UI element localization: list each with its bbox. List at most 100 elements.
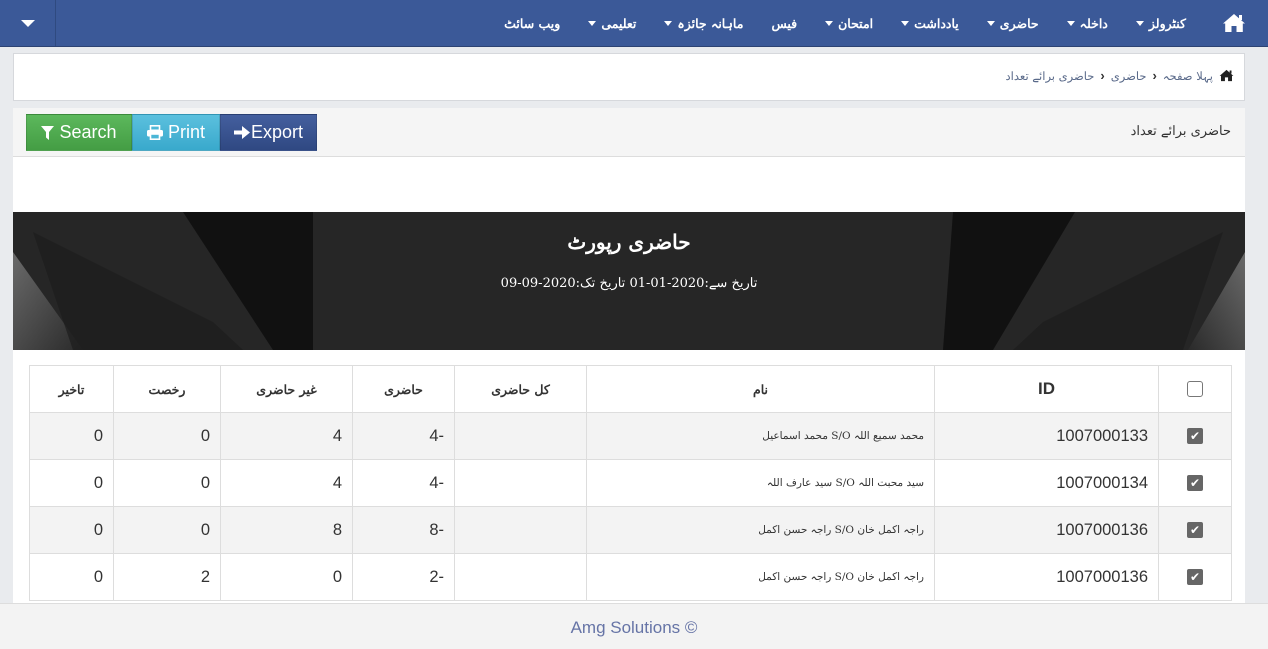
nav-item-exam[interactable]: امتحان (811, 0, 887, 46)
cell-leave: 0 (113, 506, 221, 554)
nav-item-fees[interactable]: فیس (757, 0, 811, 46)
cell-absent: 8 (220, 506, 353, 554)
caret-down-icon (20, 19, 35, 27)
cell-name: راجہ حسن اکمل S/O راجہ اکمل خان (586, 506, 935, 554)
cell-absent: 4 (220, 412, 353, 460)
check-icon: ✔ (1189, 570, 1201, 585)
cell-id: 1007000133 (934, 412, 1159, 460)
cell-late: 0 (29, 412, 114, 460)
print-button[interactable]: Print (132, 114, 220, 151)
export-button[interactable]: Export (220, 114, 317, 151)
panel-heading: Search Print Export حاضری برائے تعداد (13, 108, 1245, 157)
column-header-leave[interactable]: رخصت (113, 365, 221, 413)
cell-late: 0 (29, 553, 114, 601)
nav-item-monthly-review[interactable]: ماہانہ جائزہ (650, 0, 757, 46)
nav-item-website[interactable]: ویب سائٹ (490, 0, 574, 46)
report-banner: حاضری رپورٹ تاریخ سے:2020-01-01 تاریخ تک… (13, 212, 1245, 350)
breadcrumb-panel: پہلا صفحہ › حاضری › حاضری برائے تعداد (13, 53, 1245, 101)
cell-late: 0 (29, 459, 114, 507)
nav-item-controls[interactable]: کنٹرولز (1122, 0, 1200, 46)
cell-late: 0 (29, 506, 114, 554)
report-title: حاضری رپورٹ (567, 230, 691, 254)
cell-name: سید عارف اللہ S/O سید محبت اللہ (586, 459, 935, 507)
cell-absent: 0 (220, 553, 353, 601)
cell-id: 1007000136 (934, 553, 1159, 601)
chevron-left-icon: › (1100, 68, 1105, 83)
footer-copyright: Amg Solutions © (570, 618, 698, 637)
cell-select: ✔ (1158, 412, 1232, 460)
caret-down-icon (1135, 20, 1144, 26)
cell-present: 4- (352, 412, 455, 460)
table-row[interactable]: 0 2 0 2- راجہ حسن اکمل S/O راجہ اکمل خان 1007… (29, 553, 1232, 601)
report-panel: Search Print Export حاضری برائے تعداد حا… (13, 108, 1245, 608)
cell-select: ✔ (1158, 553, 1232, 601)
caret-down-icon (825, 20, 834, 26)
table-row[interactable]: 0 0 4 4- محمد اسماعیل S/O محمد سمیع اللہ 1007… (29, 412, 1232, 460)
select-all-checkbox[interactable] (1187, 381, 1203, 398)
sidebar-toggle-button[interactable] (0, 0, 56, 46)
footer: Amg Solutions © (0, 603, 1268, 649)
cell-leave: 2 (113, 553, 221, 601)
breadcrumb-attendance-link[interactable]: حاضری (1111, 69, 1147, 83)
caret-down-icon (1066, 20, 1075, 26)
cell-id: 1007000136 (934, 506, 1159, 554)
filter-icon (41, 125, 55, 140)
cell-total (454, 412, 587, 460)
cell-present: 4- (352, 459, 455, 507)
action-button-group: Search Print Export (26, 114, 317, 151)
cell-leave: 0 (113, 412, 221, 460)
check-icon: ✔ (1189, 429, 1201, 444)
breadcrumb-current: حاضری برائے تعداد (1005, 68, 1095, 83)
cell-total (454, 459, 587, 507)
check-icon: ✔ (1189, 476, 1201, 491)
top-navbar: کنٹرولز داخلہ حاضری یادداشت امتحان فیس م… (0, 0, 1268, 47)
cell-name: راجہ حسن اکمل S/O راجہ اکمل خان (586, 553, 935, 601)
cell-absent: 4 (220, 459, 353, 507)
breadcrumb: پہلا صفحہ › حاضری › حاضری برائے تعداد (1006, 68, 1234, 83)
cell-total (454, 506, 587, 554)
breadcrumb-home-link[interactable]: پہلا صفحہ (1163, 69, 1213, 83)
row-checkbox[interactable]: ✔ (1187, 522, 1203, 539)
nav-item-attendance[interactable]: حاضری (973, 0, 1053, 46)
check-icon: ✔ (1189, 523, 1201, 538)
table-row[interactable]: 0 0 4 4- سید عارف اللہ S/O سید محبت اللہ 1007… (29, 459, 1232, 507)
caret-down-icon (901, 20, 910, 26)
column-header-present[interactable]: حاضری (352, 365, 455, 413)
table-row[interactable]: 0 0 8 8- راجہ حسن اکمل S/O راجہ اکمل خان 1007… (29, 506, 1232, 554)
table-header-row: تاخیر رخصت غیر حاضری حاضری کل حاضری نام … (29, 365, 1232, 413)
row-checkbox[interactable]: ✔ (1187, 475, 1203, 492)
column-header-select (1158, 365, 1232, 413)
column-header-absent[interactable]: غیر حاضری (220, 365, 353, 413)
column-header-id[interactable]: ID (934, 365, 1159, 413)
caret-down-icon (986, 20, 995, 26)
cell-present: 8- (352, 506, 455, 554)
caret-down-icon (664, 20, 673, 26)
nav-item-memo[interactable]: یادداشت (887, 0, 973, 46)
cell-total (454, 553, 587, 601)
row-checkbox[interactable]: ✔ (1187, 428, 1203, 445)
search-button[interactable]: Search (26, 114, 132, 151)
report-date-range: تاریخ سے:2020-01-01 تاریخ تک:2020-09-09 (500, 276, 758, 291)
column-header-total[interactable]: کل حاضری (454, 365, 587, 413)
attendance-table: تاخیر رخصت غیر حاضری حاضری کل حاضری نام … (29, 365, 1232, 601)
home-icon (1223, 14, 1245, 32)
home-icon[interactable] (1219, 69, 1234, 82)
panel-title: حاضری برائے تعداد (1130, 124, 1231, 139)
row-checkbox[interactable]: ✔ (1187, 569, 1203, 586)
nav-item-admission[interactable]: داخلہ (1053, 0, 1122, 46)
main-menu: کنٹرولز داخلہ حاضری یادداشت امتحان فیس م… (490, 0, 1268, 46)
cell-present: 2- (352, 553, 455, 601)
cell-leave: 0 (113, 459, 221, 507)
cell-id: 1007000134 (934, 459, 1159, 507)
print-icon (146, 125, 163, 140)
nav-item-academic[interactable]: تعلیمی (574, 0, 650, 46)
cell-select: ✔ (1158, 506, 1232, 554)
attendance-table-wrapper: تاخیر رخصت غیر حاضری حاضری کل حاضری نام … (29, 365, 1232, 601)
nav-home-button[interactable] (1200, 0, 1268, 46)
column-header-late[interactable]: تاخیر (29, 365, 114, 413)
arrow-right-icon (233, 126, 250, 139)
cell-select: ✔ (1158, 459, 1232, 507)
column-header-name[interactable]: نام (586, 365, 935, 413)
caret-down-icon (588, 20, 597, 26)
cell-name: محمد اسماعیل S/O محمد سمیع اللہ (586, 412, 935, 460)
